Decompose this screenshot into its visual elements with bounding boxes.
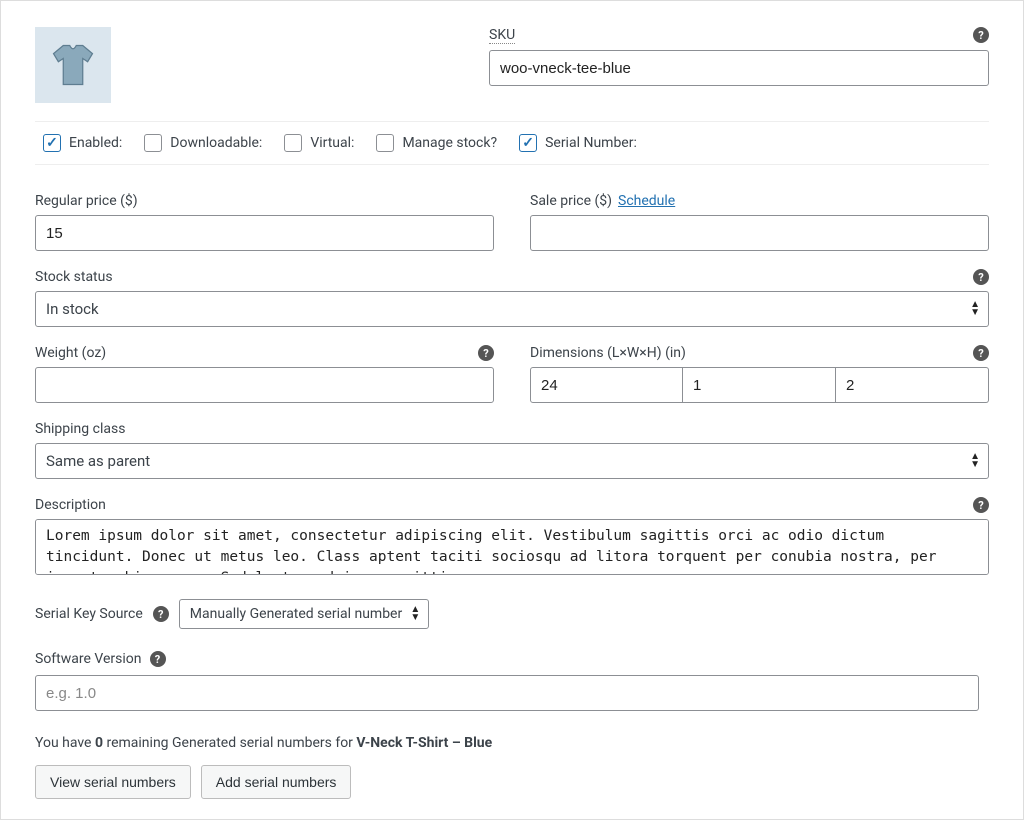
shipping-class-select[interactable]: Same as parent ▲▼	[35, 443, 989, 479]
weight-field: Weight (oz) ?	[35, 345, 494, 403]
serial-count-note: You have 0 remaining Generated serial nu…	[1, 717, 1023, 765]
sku-input[interactable]	[489, 50, 989, 86]
fields-grid: Regular price ($) Sale price ($) Schedul…	[1, 165, 1023, 579]
manage-stock-checkbox[interactable]: Manage stock?	[376, 134, 497, 152]
add-serial-button[interactable]: Add serial numbers	[201, 765, 352, 799]
chevron-updown-icon: ▲▼	[970, 301, 980, 317]
checkbox-icon	[376, 134, 394, 152]
checkbox-label: Virtual:	[310, 135, 354, 151]
help-icon[interactable]: ?	[153, 606, 169, 622]
chevron-updown-icon: ▲▼	[410, 606, 420, 622]
regular-price-field: Regular price ($)	[35, 193, 494, 251]
variation-panel: SKU ? Enabled: Downloadable: Virtual: Ma…	[0, 0, 1024, 820]
field-label: Shipping class	[35, 421, 989, 437]
field-label: Regular price ($)	[35, 193, 494, 209]
checkbox-label: Downloadable:	[170, 135, 262, 151]
product-thumbnail[interactable]	[35, 27, 111, 103]
regular-price-input[interactable]	[35, 215, 494, 251]
help-icon[interactable]: ?	[973, 269, 989, 285]
sku-label: SKU	[489, 27, 515, 44]
help-icon[interactable]: ?	[478, 345, 494, 361]
shipping-class-field: Shipping class Same as parent ▲▼	[35, 421, 989, 479]
checkbox-label: Serial Number:	[545, 135, 637, 151]
stock-status-select[interactable]: In stock ▲▼	[35, 291, 989, 327]
enabled-checkbox[interactable]: Enabled:	[43, 134, 122, 152]
serial-source-select[interactable]: Manually Generated serial number ▲▼	[179, 599, 429, 629]
serial-buttons-row: View serial numbers Add serial numbers	[1, 765, 1023, 799]
field-label: Description	[35, 497, 989, 513]
field-label: Dimensions (L×W×H) (in)	[530, 345, 989, 361]
field-label: Sale price ($) Schedule	[530, 193, 989, 209]
sale-price-input[interactable]	[530, 215, 989, 251]
serial-source-row: Serial Key Source ? Manually Generated s…	[1, 593, 1023, 635]
view-serial-button[interactable]: View serial numbers	[35, 765, 191, 799]
dim-width-input[interactable]	[683, 367, 836, 403]
software-version-field: Software Version ?	[1, 645, 1023, 717]
help-icon[interactable]: ?	[150, 651, 166, 667]
field-label: Software Version	[35, 651, 142, 667]
dim-length-input[interactable]	[530, 367, 683, 403]
options-row: Enabled: Downloadable: Virtual: Manage s…	[35, 121, 989, 165]
schedule-link[interactable]: Schedule	[618, 193, 675, 209]
dimensions-field: Dimensions (L×W×H) (in) ?	[530, 345, 989, 403]
serial-number-checkbox[interactable]: Serial Number:	[519, 134, 637, 152]
tshirt-icon	[47, 39, 99, 91]
checkbox-icon	[519, 134, 537, 152]
help-icon[interactable]: ?	[973, 497, 989, 513]
checkbox-icon	[144, 134, 162, 152]
field-label: Weight (oz)	[35, 345, 494, 361]
description-textarea[interactable]	[35, 519, 989, 575]
downloadable-checkbox[interactable]: Downloadable:	[144, 134, 262, 152]
field-label: Serial Key Source	[35, 606, 143, 622]
dim-height-input[interactable]	[836, 367, 989, 403]
checkbox-label: Manage stock?	[402, 135, 497, 151]
checkbox-icon	[284, 134, 302, 152]
help-icon[interactable]: ?	[973, 345, 989, 361]
stock-status-field: Stock status ? In stock ▲▼	[35, 269, 989, 327]
sku-field: SKU ?	[489, 27, 989, 86]
weight-input[interactable]	[35, 367, 494, 403]
header-row: SKU ?	[1, 1, 1023, 103]
checkbox-label: Enabled:	[69, 135, 122, 151]
software-version-input[interactable]	[35, 675, 979, 711]
virtual-checkbox[interactable]: Virtual:	[284, 134, 354, 152]
help-icon[interactable]: ?	[973, 27, 989, 43]
field-label: Stock status	[35, 269, 989, 285]
description-field: Description ?	[35, 497, 989, 579]
sale-price-field: Sale price ($) Schedule	[530, 193, 989, 251]
checkbox-icon	[43, 134, 61, 152]
chevron-updown-icon: ▲▼	[970, 453, 980, 469]
